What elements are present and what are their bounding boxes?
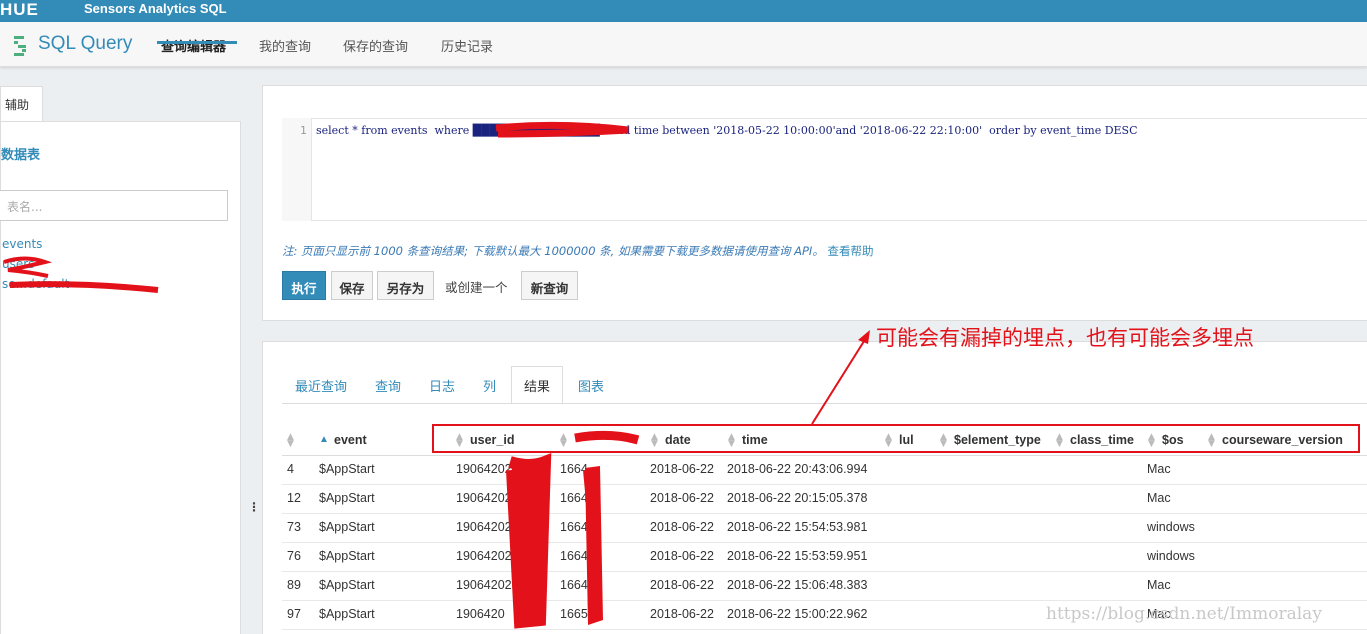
cell-date: 2018-06-22 — [650, 549, 714, 563]
tabs-divider — [282, 403, 1367, 404]
panel-resize-handle[interactable]: ⋮ — [248, 500, 260, 514]
row-number: 76 — [287, 549, 301, 563]
row-divider — [282, 571, 1367, 572]
cell-os: windows — [1147, 520, 1195, 534]
row-divider — [282, 600, 1367, 601]
col-event[interactable]: event — [334, 433, 367, 447]
row-divider — [282, 484, 1367, 485]
cell-date: 2018-06-22 — [650, 520, 714, 534]
table-item-events[interactable]: events — [2, 237, 42, 251]
sql-text[interactable]: select * from events where █████████████… — [316, 124, 1138, 137]
app-name: Sensors Analytics SQL — [84, 1, 227, 16]
or-create-label: 或创建一个 — [445, 280, 508, 295]
sql-query-icon — [14, 36, 26, 56]
cell-event: $AppStart — [319, 607, 375, 621]
cell-time: 2018-06-22 15:54:53.981 — [727, 520, 868, 534]
editor-gutter — [282, 118, 312, 221]
page-title: SQL Query — [38, 33, 133, 54]
row-divider — [282, 513, 1367, 514]
table-item-default[interactable]: se...default — [2, 277, 69, 291]
execute-button[interactable]: 执行 — [282, 271, 326, 300]
watermark: https://blog.csdn.net/Immoralay — [1046, 604, 1322, 624]
tab-columns[interactable]: 列 — [483, 376, 496, 395]
row-divider — [282, 629, 1367, 630]
tab-results[interactable]: 结果 — [524, 376, 550, 395]
tab-chart[interactable]: 图表 — [578, 376, 604, 395]
cell-os: Mac — [1147, 578, 1171, 592]
cell-event: $AppStart — [319, 491, 375, 505]
hue-logo[interactable]: HUE — [0, 0, 50, 22]
new-query-button[interactable]: 新查询 — [521, 271, 578, 300]
tab-recent-queries[interactable]: 最近查询 — [295, 376, 347, 395]
cell-event: $AppStart — [319, 549, 375, 563]
row-divider — [282, 542, 1367, 543]
cell-event: $AppStart — [319, 520, 375, 534]
row-number: 97 — [287, 607, 301, 621]
cell-date: 2018-06-22 — [650, 607, 714, 621]
row-number: 4 — [287, 462, 294, 476]
tab-saved-queries[interactable]: 保存的查询 — [343, 36, 408, 55]
cell-user-id: 19064202 — [456, 462, 512, 476]
cell-masked: 1664 — [560, 491, 588, 505]
cell-masked: 1664 — [560, 549, 588, 563]
cell-os: Mac — [1147, 491, 1171, 505]
tab-query-editor[interactable]: 查询编辑器 — [161, 36, 226, 55]
assist-tab[interactable]: 辅助 — [0, 86, 43, 122]
row-number: 73 — [287, 520, 301, 534]
cell-masked: 1664 — [560, 520, 588, 534]
cell-os: windows — [1147, 549, 1195, 563]
tab-history[interactable]: 历史记录 — [441, 36, 493, 55]
cell-date: 2018-06-22 — [650, 491, 714, 505]
table-search-input[interactable]: 表名... — [0, 190, 228, 221]
tab-my-queries[interactable]: 我的查询 — [259, 36, 311, 55]
tab-query[interactable]: 查询 — [375, 376, 401, 395]
sort-icon[interactable]: ▲ ▼ — [287, 433, 294, 449]
top-bar: HUE Sensors Analytics SQL — [0, 0, 1367, 22]
annotation-highlight-box — [432, 424, 1360, 453]
line-number: 1 — [300, 124, 307, 137]
table-item-users[interactable]: users — [2, 257, 34, 271]
cell-time: 2018-06-22 20:43:06.994 — [727, 462, 868, 476]
cell-user-id: 1906420284 — [456, 520, 526, 534]
cell-time: 2018-06-22 20:15:05.378 — [727, 491, 868, 505]
cell-masked: 1664 — [560, 578, 588, 592]
cell-time: 2018-06-22 15:00:22.962 — [727, 607, 868, 621]
cell-os: Mac — [1147, 462, 1171, 476]
tab-log[interactable]: 日志 — [429, 376, 455, 395]
query-nav: SQL Query 查询编辑器 我的查询 保存的查询 历史记录 — [0, 22, 1367, 67]
cell-event: $AppStart — [319, 462, 375, 476]
cell-date: 2018-06-22 — [650, 578, 714, 592]
cell-event: $AppStart — [319, 578, 375, 592]
cell-date: 2018-06-22 — [650, 462, 714, 476]
sort-asc-icon[interactable]: ▲ — [319, 434, 329, 445]
query-note-text: 注: 页面只显示前 1000 条查询结果; 下载默认最大 1000000 条, … — [282, 244, 824, 258]
active-tab-indicator — [157, 41, 237, 44]
header-divider — [282, 455, 1367, 456]
cell-user-id: 1906420 — [456, 607, 505, 621]
cell-user-id: 19064202 — [456, 491, 512, 505]
help-link[interactable]: 查看帮助 — [827, 244, 873, 258]
cell-user-id: 19064202 — [456, 549, 512, 563]
save-button[interactable]: 保存 — [331, 271, 373, 300]
cell-time: 2018-06-22 15:06:48.383 — [727, 578, 868, 592]
cell-masked: 1665 — [560, 607, 588, 621]
row-number: 12 — [287, 491, 301, 505]
query-note: 注: 页面只显示前 1000 条查询结果; 下载默认最大 1000000 条, … — [282, 243, 873, 259]
cell-masked: 1664 — [560, 462, 588, 476]
annotation-text: 可能会有漏掉的埋点，也有可能会多埋点 — [876, 326, 1254, 350]
row-number: 89 — [287, 578, 301, 592]
tables-section-title: 数据表 — [1, 148, 41, 163]
cell-time: 2018-06-22 15:53:59.951 — [727, 549, 868, 563]
cell-user-id: 190642028 — [456, 578, 519, 592]
save-as-button[interactable]: 另存为 — [377, 271, 434, 300]
